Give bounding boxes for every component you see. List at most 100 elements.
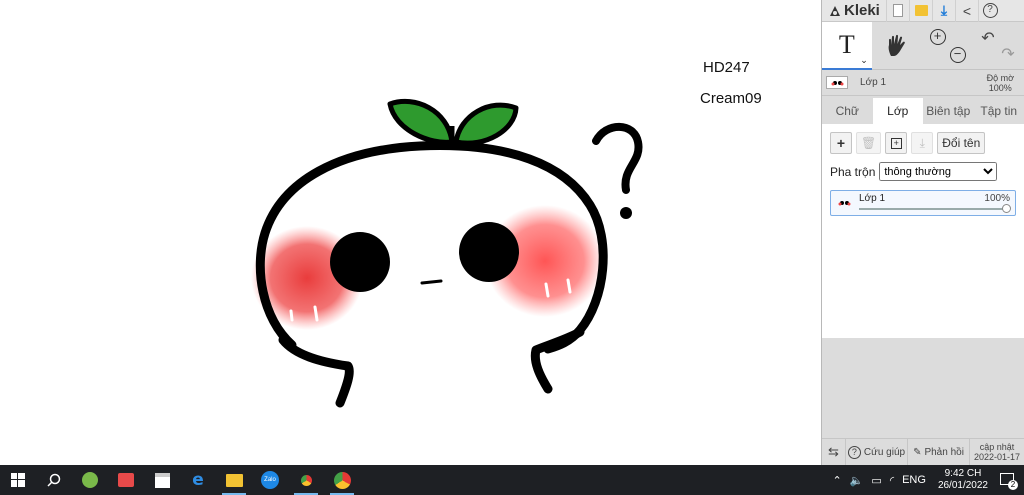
chevron-up-icon[interactable]: ⌃ — [829, 474, 846, 487]
search-button[interactable] — [36, 465, 72, 495]
canvas-text-hd247: HD247 — [703, 59, 750, 76]
zoom-in-icon[interactable]: + — [929, 29, 946, 45]
tab-layers[interactable]: Lớp — [872, 98, 923, 124]
battery-icon[interactable]: ▭ — [867, 474, 885, 487]
zoom-out-icon[interactable]: − — [949, 47, 966, 63]
tab-edit[interactable]: Biên tập — [923, 98, 974, 124]
duplicate-layer-button[interactable]: + — [885, 132, 908, 154]
search-icon — [47, 473, 61, 487]
feedback-link[interactable]: ✎ Phản hồi — [908, 439, 970, 465]
merge-down-icon: ⤓ — [919, 135, 925, 150]
top-bar: Kleki ⤓ < ? — [822, 0, 1024, 22]
open-file-button[interactable] — [909, 0, 932, 22]
zoom-controls: + − — [922, 22, 974, 70]
delete-layer-button[interactable]: 🗑 — [856, 132, 882, 154]
eye-right — [459, 222, 519, 282]
layer-list-item[interactable]: Lớp 1 100% — [830, 190, 1016, 216]
kleki-logo-icon — [830, 5, 840, 16]
taskbar-chrome-2[interactable] — [324, 465, 360, 495]
layer-item-opacity: 100% — [984, 193, 1010, 204]
trash-icon: 🗑 — [861, 136, 877, 150]
kleki-logo[interactable]: Kleki — [822, 2, 886, 19]
rename-layer-button[interactable]: Đổi tên — [937, 132, 986, 154]
left-arm — [278, 335, 354, 408]
tool-row: T ⌄ + − ↶ ↷ — [822, 22, 1024, 70]
redo-icon[interactable]: ↷ — [1001, 44, 1014, 64]
eye-left — [330, 232, 390, 292]
chevron-down-icon[interactable]: ⌄ — [860, 55, 868, 66]
taskbar-zalo[interactable]: Zalo — [252, 465, 288, 495]
opacity-value: 100% — [988, 83, 1012, 93]
hand-icon — [888, 34, 905, 56]
merge-layer-button[interactable]: ⤓ — [911, 132, 934, 154]
layer-buttons: + 🗑 + ⤓ Đổi tên — [822, 124, 1024, 154]
help-label: Cứu giúp — [863, 446, 906, 458]
text-tool-button[interactable]: T ⌄ — [822, 22, 872, 70]
download-icon: ⤓ — [940, 2, 948, 18]
layer-opacity-slider[interactable] — [859, 204, 1011, 213]
question-mark — [592, 123, 643, 194]
help-link[interactable]: ? Cứu giúp — [846, 439, 908, 465]
taskbar-edge[interactable]: e — [180, 465, 216, 495]
speaker-icon[interactable]: 🔈 — [846, 474, 868, 487]
canvas-text-cream09: Cream09 — [700, 90, 762, 107]
help-button[interactable]: ? — [978, 0, 1001, 22]
taskbar: e Zalo ⌃ 🔈 ▭ ◜ ENG 9:42 CH 26/01/2022 2 — [0, 465, 1024, 495]
zalo-icon: Zalo — [261, 471, 279, 489]
app-name: Kleki — [844, 2, 880, 19]
leaf-left — [387, 98, 455, 145]
save-button[interactable]: ⤓ — [932, 0, 955, 22]
add-layer-button[interactable]: + — [830, 132, 852, 154]
tab-text[interactable]: Chữ — [822, 98, 873, 124]
layer-thumbnail[interactable] — [826, 76, 848, 89]
folder-icon — [225, 473, 243, 487]
opacity-label: Độ mờ — [986, 73, 1014, 83]
tab-file[interactable]: Tập tin — [974, 98, 1024, 124]
green-app-icon — [82, 472, 98, 488]
blend-mode-label: Pha trộn — [830, 164, 876, 179]
notification-center-button[interactable]: 2 — [996, 472, 1024, 490]
feedback-label: Phản hồi — [924, 446, 964, 458]
blend-mode-row: Pha trộn thông thường — [822, 154, 1024, 181]
share-button[interactable]: < — [955, 0, 978, 22]
blush-mark — [289, 309, 294, 322]
wifi-icon[interactable]: ◜ — [886, 474, 898, 487]
chrome-icon — [333, 471, 351, 489]
side-panel: Kleki ⤓ < ? T ⌄ + − ↶ ↷ Lớp 1 Độ mờ 100%… — [821, 0, 1024, 465]
help-circle-icon: ? — [847, 445, 861, 459]
slider-knob[interactable] — [1002, 204, 1011, 213]
clock-time: 9:42 CH — [944, 468, 982, 479]
swap-arrows-icon: ⇆ — [828, 444, 839, 459]
layer-thumbnail-icon — [831, 81, 844, 86]
hand-tool-button[interactable] — [872, 22, 922, 70]
leaf-right — [453, 102, 519, 146]
panel-bottom-bar: ⇆ ? Cứu giúp ✎ Phản hồi cập nhật 2022-01… — [822, 438, 1024, 465]
store-bag-icon — [154, 472, 170, 488]
windows-icon — [11, 473, 25, 487]
apps-icon — [118, 473, 134, 487]
undo-icon[interactable]: ↶ — [981, 28, 994, 48]
plus-icon: + — [836, 135, 846, 151]
start-button[interactable] — [0, 465, 36, 495]
taskbar-file-explorer[interactable] — [216, 465, 252, 495]
duplicate-icon: + — [890, 137, 902, 149]
taskbar-chrome-1[interactable] — [288, 465, 324, 495]
taskbar-app-green[interactable] — [72, 465, 108, 495]
swap-side-button[interactable]: ⇆ — [822, 439, 846, 465]
update-info[interactable]: cập nhật 2022-01-17 — [970, 439, 1024, 465]
text-tool-icon: T — [838, 30, 855, 59]
blend-mode-select[interactable]: thông thường — [879, 162, 998, 181]
current-layer-name: Lớp 1 — [860, 77, 887, 88]
language-indicator[interactable]: ENG — [898, 474, 930, 486]
clock[interactable]: 9:42 CH 26/01/2022 — [930, 468, 996, 492]
blush-mark — [566, 278, 572, 294]
share-icon: < — [962, 2, 972, 19]
opacity-indicator: Độ mờ 100% — [987, 73, 1014, 93]
update-date: 2022-01-17 — [973, 452, 1021, 462]
new-image-button[interactable] — [886, 0, 909, 22]
layer-item-name: Lớp 1 — [859, 193, 886, 204]
blush-mark — [544, 282, 550, 298]
taskbar-store[interactable] — [144, 465, 180, 495]
taskbar-app-store-red[interactable] — [108, 465, 144, 495]
drawing-canvas[interactable]: HD247 Cream09 — [0, 0, 821, 465]
